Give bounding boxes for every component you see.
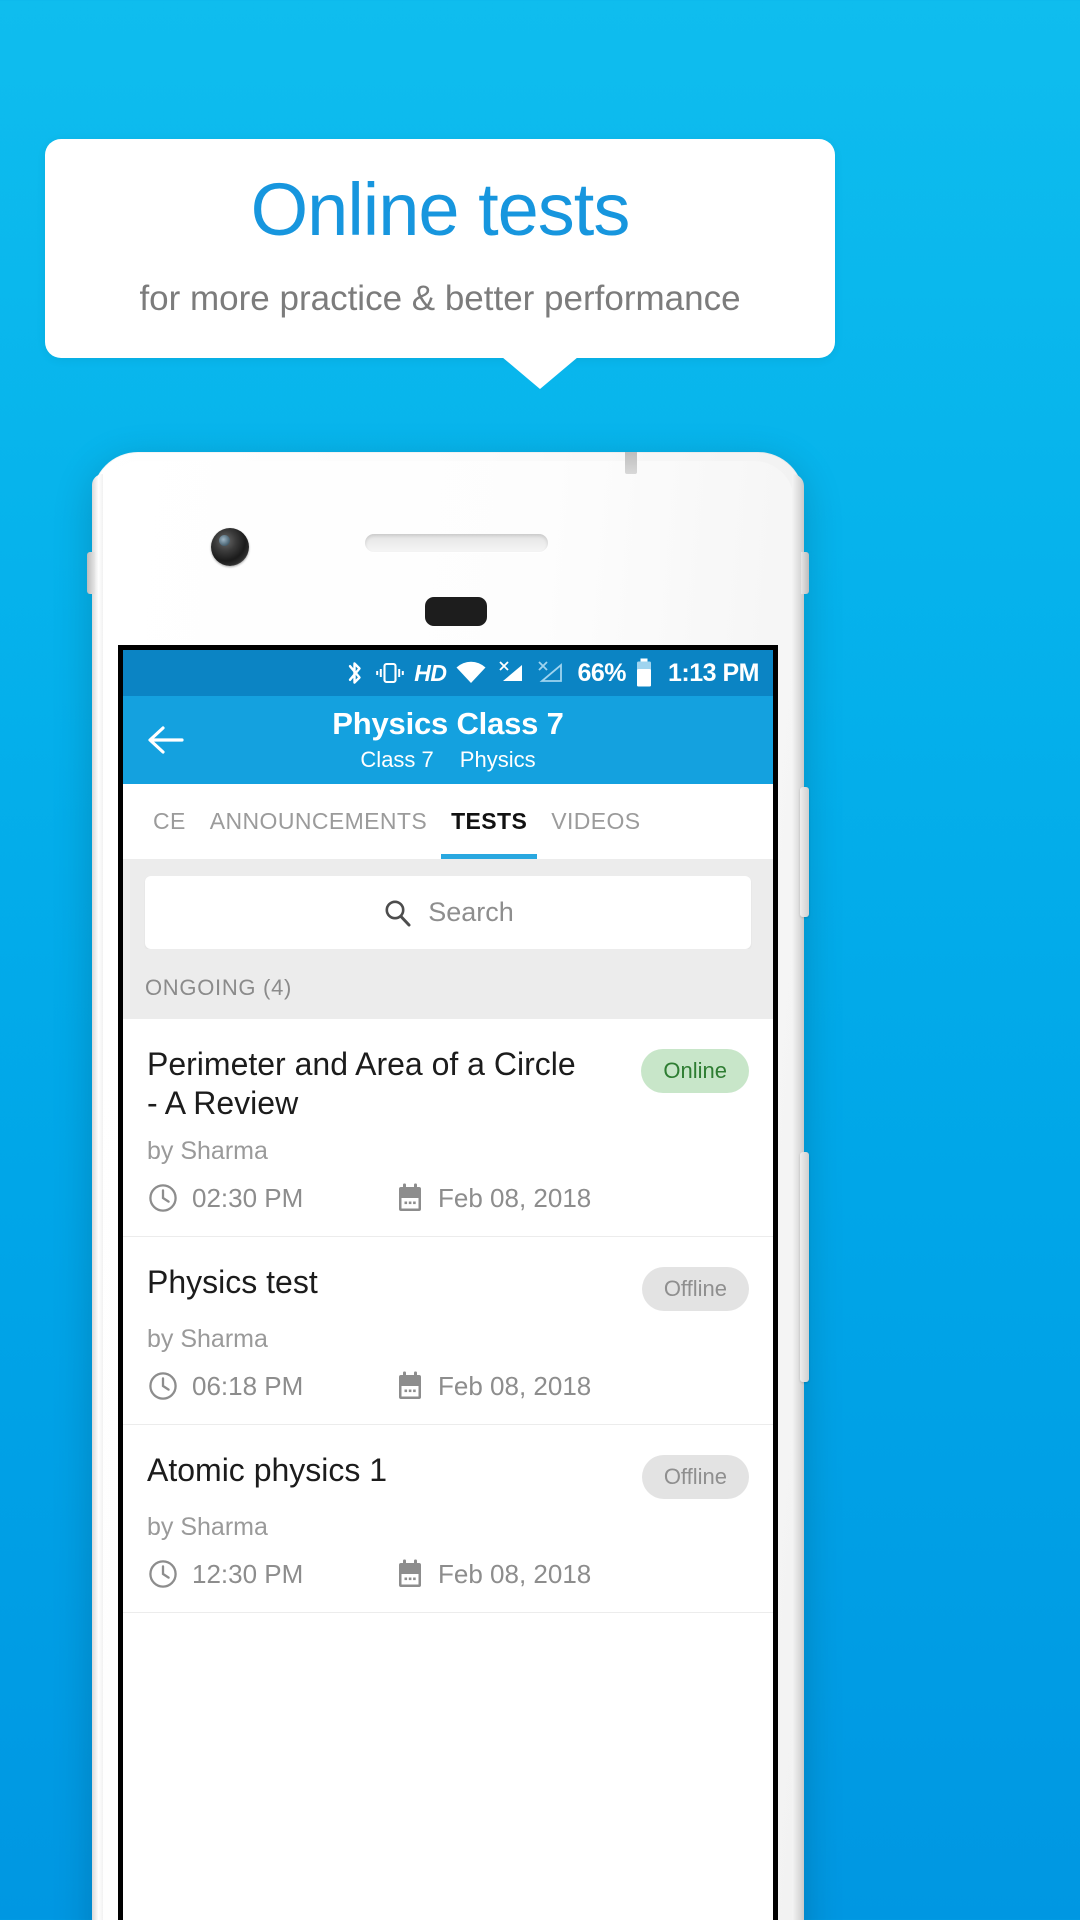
promo-bubble-tail xyxy=(502,357,578,389)
card-header: Physics test Offline xyxy=(147,1263,749,1312)
card-meta: 02:30 PM Feb 08, 2018 xyxy=(147,1182,749,1214)
test-author: by Sharma xyxy=(147,1325,268,1354)
app-bar: Physics Class 7 Class 7 Physics xyxy=(123,696,773,784)
hd-icon: HD xyxy=(414,659,447,686)
battery-percent-label: 66% xyxy=(577,658,627,687)
phone-screen: HD 66% 1:13 PM Physics Class 7 Class 7 P… xyxy=(118,645,778,1920)
test-author: by Sharma xyxy=(147,1513,268,1542)
phone-edge-left xyxy=(92,474,103,1920)
test-date: Feb 08, 2018 xyxy=(395,1182,591,1214)
test-time: 02:30 PM xyxy=(147,1182,395,1214)
signal-sim2-icon xyxy=(535,659,565,687)
search-section: Search xyxy=(123,860,773,949)
status-badge: Online xyxy=(641,1049,749,1093)
battery-icon xyxy=(635,658,653,688)
promo-subtitle: for more practice & better performance xyxy=(139,278,741,318)
list-item[interactable]: Perimeter and Area of a Circle - A Revie… xyxy=(123,1019,773,1238)
earpiece-speaker xyxy=(365,534,548,552)
tab-videos[interactable]: VIDEOS xyxy=(539,784,652,859)
phone-nub-right xyxy=(801,552,809,594)
search-placeholder: Search xyxy=(428,897,514,927)
clock-icon xyxy=(147,1182,179,1214)
clock-icon xyxy=(147,1370,179,1402)
calendar-icon xyxy=(395,1370,425,1402)
breadcrumb: Class 7 Physics xyxy=(360,747,535,773)
signal-sim1-icon xyxy=(496,659,526,687)
front-camera-icon xyxy=(211,528,249,566)
card-meta: 12:30 PM Feb 08, 2018 xyxy=(147,1558,749,1590)
search-icon xyxy=(382,898,412,928)
test-time: 06:18 PM xyxy=(147,1370,395,1402)
status-badge: Offline xyxy=(641,1267,749,1312)
card-header: Perimeter and Area of a Circle - A Revie… xyxy=(147,1045,749,1123)
camera-lens-glint xyxy=(219,535,230,546)
clock-icon xyxy=(147,1558,179,1590)
status-badge: Offline xyxy=(641,1455,749,1500)
tab-ce[interactable]: CE xyxy=(141,784,198,859)
test-title: Perimeter and Area of a Circle - A Revie… xyxy=(147,1046,576,1122)
tab-announcements[interactable]: ANNOUNCEMENTS xyxy=(198,784,439,859)
section-header-ongoing: ONGOING (4) xyxy=(123,949,773,1019)
test-title: Atomic physics 1 xyxy=(147,1452,388,1489)
test-date-label: Feb 08, 2018 xyxy=(438,1370,592,1401)
proximity-sensor xyxy=(425,597,487,626)
card-header: Atomic physics 1 Offline xyxy=(147,1451,749,1500)
test-title: Physics test xyxy=(147,1264,318,1301)
card-meta: 06:18 PM Feb 08, 2018 xyxy=(147,1370,749,1402)
list-item[interactable]: Atomic physics 1 Offline by Sharma 12:30… xyxy=(123,1425,773,1614)
clock-label: 1:13 PM xyxy=(668,658,759,687)
breadcrumb-subject: Physics xyxy=(459,746,536,772)
wifi-icon xyxy=(455,659,487,687)
tab-bar: CE ANNOUNCEMENTS TESTS VIDEOS xyxy=(123,784,773,860)
volume-button[interactable] xyxy=(800,1152,809,1382)
antenna-band xyxy=(625,452,637,474)
test-date: Feb 08, 2018 xyxy=(395,1558,591,1590)
power-button[interactable] xyxy=(800,787,809,917)
promo-title: Online tests xyxy=(250,167,631,251)
test-list: Perimeter and Area of a Circle - A Revie… xyxy=(123,1019,773,1614)
promo-bubble: Online tests for more practice & better … xyxy=(45,139,835,358)
test-date-label: Feb 08, 2018 xyxy=(438,1558,592,1589)
list-item[interactable]: Physics test Offline by Sharma 06:18 PM xyxy=(123,1237,773,1426)
phone-nub-left xyxy=(87,552,95,594)
test-time: 12:30 PM xyxy=(147,1558,395,1590)
status-bar: HD 66% 1:13 PM xyxy=(123,650,773,696)
back-arrow-icon[interactable] xyxy=(145,720,185,760)
vibrate-icon xyxy=(375,659,405,687)
calendar-icon xyxy=(395,1558,425,1590)
phone-mockup: HD 66% 1:13 PM Physics Class 7 Class 7 P… xyxy=(87,452,809,1920)
test-date-label: Feb 08, 2018 xyxy=(438,1182,592,1213)
test-time-label: 12:30 PM xyxy=(192,1558,304,1589)
test-date: Feb 08, 2018 xyxy=(395,1370,591,1402)
test-author: by Sharma xyxy=(147,1137,268,1166)
test-time-label: 02:30 PM xyxy=(192,1182,304,1213)
tab-tests[interactable]: TESTS xyxy=(439,784,539,859)
search-input[interactable]: Search xyxy=(145,876,751,949)
page-title: Physics Class 7 xyxy=(332,706,564,742)
test-time-label: 06:18 PM xyxy=(192,1370,304,1401)
breadcrumb-class: Class 7 xyxy=(360,746,434,772)
bluetooth-icon xyxy=(344,659,366,687)
calendar-icon xyxy=(395,1182,425,1214)
